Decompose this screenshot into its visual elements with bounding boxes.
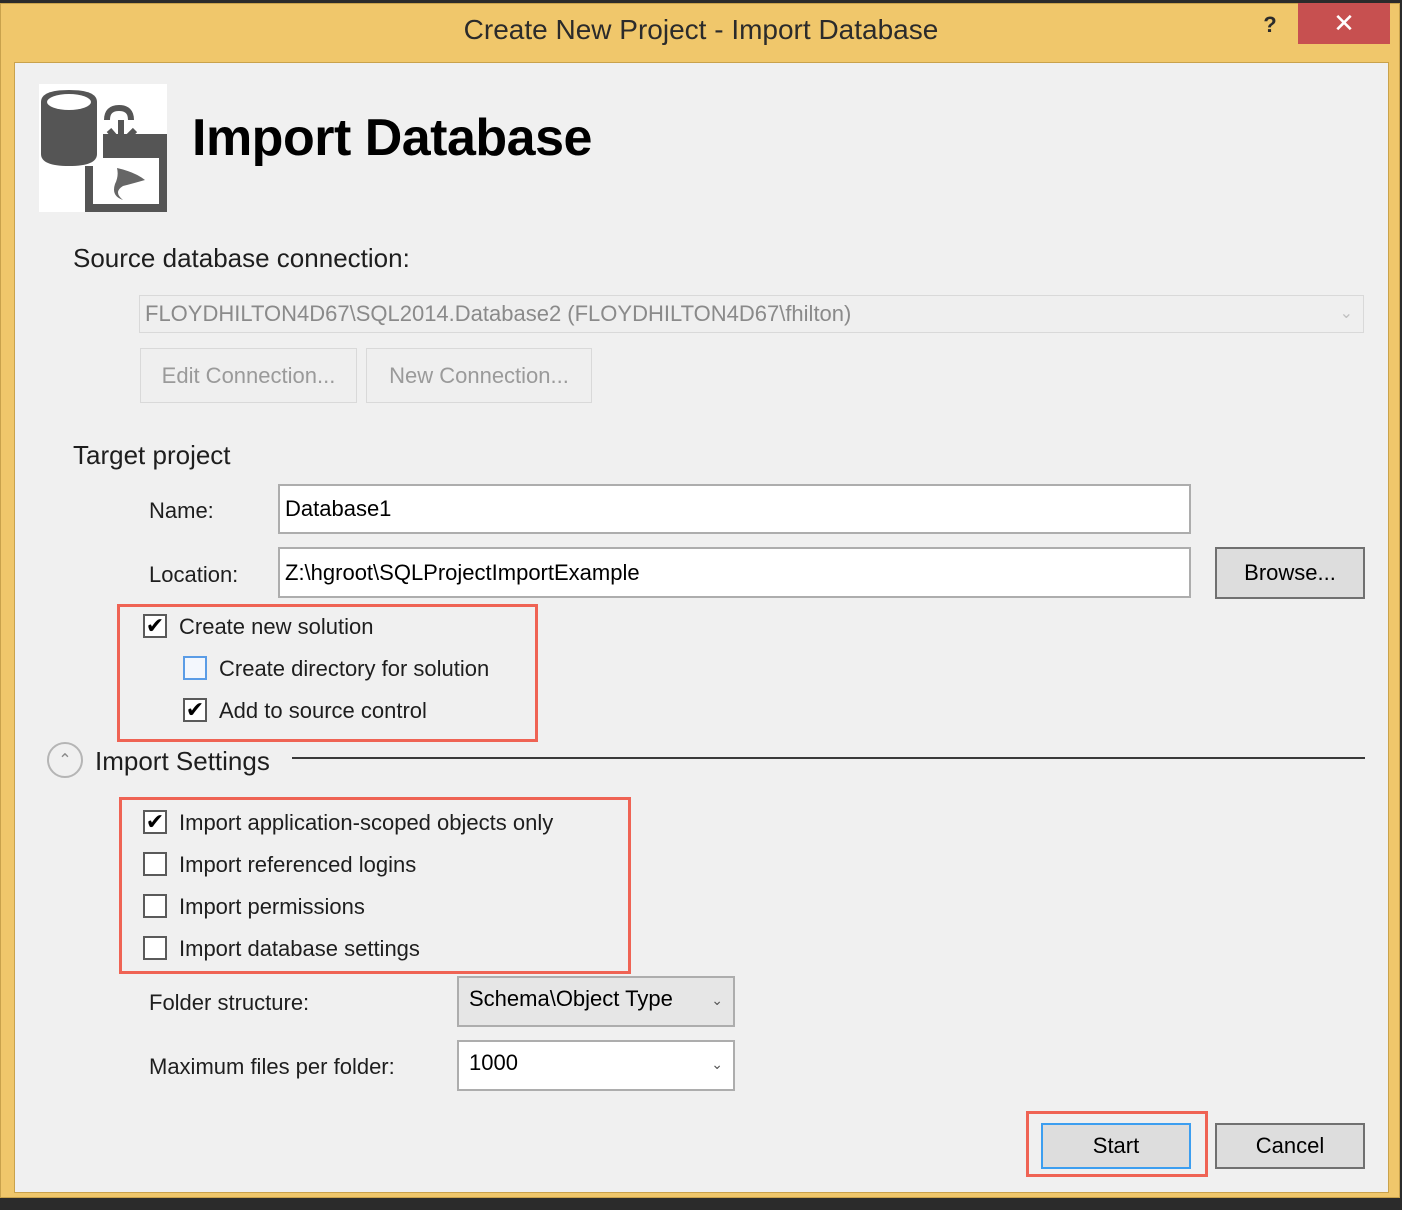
folder-structure-value: Schema\Object Type xyxy=(469,986,673,1011)
name-input[interactable] xyxy=(278,484,1191,534)
edit-connection-button[interactable]: Edit Connection... xyxy=(140,348,357,403)
import-app-scoped-label[interactable]: Import application-scoped objects only xyxy=(179,810,553,836)
create-directory-label[interactable]: Create directory for solution xyxy=(219,656,489,682)
target-project-heading: Target project xyxy=(73,440,231,470)
import-permissions-checkbox[interactable] xyxy=(143,894,167,918)
help-button[interactable]: ? xyxy=(1256,10,1284,40)
check-icon: ✔ xyxy=(145,613,165,638)
close-icon: ✕ xyxy=(1333,8,1355,38)
import-logins-checkbox[interactable] xyxy=(143,852,167,876)
new-connection-button[interactable]: New Connection... xyxy=(366,348,592,403)
start-button[interactable]: Start xyxy=(1041,1123,1191,1169)
checkbox[interactable] xyxy=(143,852,167,876)
import-database-icon xyxy=(39,84,167,212)
page-title: Import Database xyxy=(192,109,592,167)
chevron-up-icon: ⌃ xyxy=(58,752,72,769)
import-db-settings-checkbox[interactable] xyxy=(143,936,167,960)
location-label: Location: xyxy=(149,562,239,587)
window-title: Create New Project - Import Database xyxy=(463,14,939,45)
collapse-import-settings-button[interactable]: ⌃ xyxy=(47,742,83,778)
cancel-button[interactable]: Cancel xyxy=(1215,1123,1365,1169)
checkbox[interactable]: ✔ xyxy=(143,614,167,638)
background-strip xyxy=(0,1198,1402,1210)
checkbox[interactable] xyxy=(183,656,207,680)
checkbox[interactable] xyxy=(143,936,167,960)
check-icon: ✔ xyxy=(145,809,165,834)
checkbox[interactable]: ✔ xyxy=(183,698,207,722)
chevron-down-icon: ⌄ xyxy=(711,992,723,1008)
import-app-scoped-checkbox[interactable]: ✔ xyxy=(143,810,167,834)
create-directory-checkbox[interactable] xyxy=(183,656,207,680)
create-new-solution-checkbox[interactable]: ✔ xyxy=(143,614,167,638)
source-connection-heading: Source database connection: xyxy=(73,243,410,273)
chevron-down-icon: ⌄ xyxy=(711,1056,723,1072)
folder-structure-select[interactable]: Schema\Object Type ⌄ xyxy=(457,976,735,1027)
checkbox[interactable] xyxy=(143,894,167,918)
max-files-label: Maximum files per folder: xyxy=(149,1054,395,1079)
close-button[interactable]: ✕ xyxy=(1298,3,1390,44)
browse-button[interactable]: Browse... xyxy=(1215,547,1365,599)
source-connection-value: FLOYDHILTON4D67\SQL2014.Database2 (FLOYD… xyxy=(145,301,852,326)
checkbox[interactable]: ✔ xyxy=(143,810,167,834)
name-label: Name: xyxy=(149,498,214,523)
section-divider xyxy=(292,757,1365,759)
check-icon: ✔ xyxy=(185,697,205,722)
folder-structure-label: Folder structure: xyxy=(149,990,310,1015)
import-db-settings-label[interactable]: Import database settings xyxy=(179,936,420,962)
import-logins-label[interactable]: Import referenced logins xyxy=(179,852,416,878)
add-to-source-control-label[interactable]: Add to source control xyxy=(219,698,427,724)
chevron-down-icon: ⌄ xyxy=(1339,305,1353,322)
max-files-value: 1000 xyxy=(469,1050,518,1075)
location-input[interactable] xyxy=(278,547,1191,598)
import-settings-heading: Import Settings xyxy=(95,746,270,776)
create-new-solution-label[interactable]: Create new solution xyxy=(179,614,373,640)
import-permissions-label[interactable]: Import permissions xyxy=(179,894,365,920)
max-files-select[interactable]: 1000 ⌄ xyxy=(457,1040,735,1091)
source-connection-select[interactable]: FLOYDHILTON4D67\SQL2014.Database2 (FLOYD… xyxy=(139,295,1364,333)
add-to-source-control-checkbox[interactable]: ✔ xyxy=(183,698,207,722)
